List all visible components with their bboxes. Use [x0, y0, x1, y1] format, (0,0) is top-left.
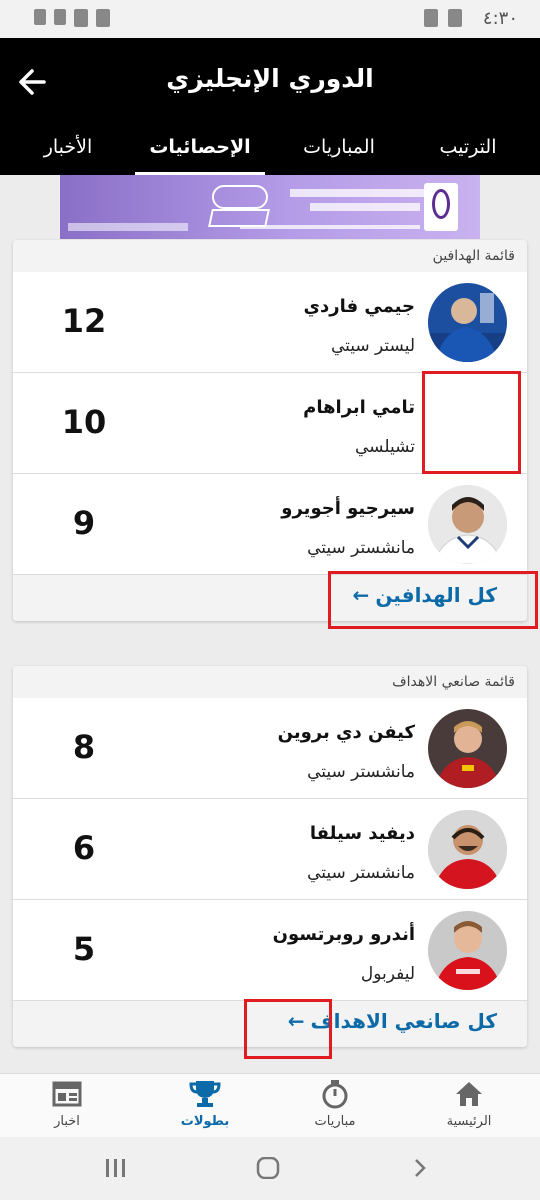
player-row[interactable]: ديفيد سيلفا مانشستر سيتي 6 [13, 799, 527, 900]
top-assists-card: قائمة صانعي الاهداف كيفن دي بروين مانشست… [13, 666, 527, 1047]
player-team: مانشستر سيتي [307, 538, 415, 558]
ad-text-line [290, 189, 430, 197]
player-avatar [428, 485, 507, 564]
alarm-icon [96, 9, 110, 27]
tab-standings[interactable]: الترتيب [418, 130, 518, 175]
bottom-nav: الرئيسية مباريات بطولات اخبار [0, 1073, 540, 1137]
card-title: قائمة صانعي الاهداف [392, 674, 515, 690]
news-icon [22, 1078, 112, 1110]
system-nav-bar [0, 1137, 540, 1200]
ad-banner[interactable] [60, 175, 480, 239]
card-header: قائمة صانعي الاهداف [13, 666, 527, 698]
player-row[interactable]: سيرجيو أجويرو مانشستر سيتي 9 [13, 474, 527, 575]
player-name: سيرجيو أجويرو [281, 498, 415, 519]
card-title: قائمة الهدافين [432, 248, 515, 264]
player-row[interactable]: أندرو روبرتسون ليفربول 5 [13, 900, 527, 1001]
highlight-box [328, 571, 538, 629]
home-icon [424, 1078, 514, 1110]
chevron-right-icon [415, 1159, 426, 1177]
brand-logo-mark [432, 189, 450, 219]
battery-icon [34, 9, 46, 25]
recent-apps-button[interactable] [104, 1157, 128, 1183]
status-icons-right [424, 9, 462, 27]
tab-bar: الترتيب المباريات الإحصائيات الأخبار [0, 130, 540, 175]
player-team: ليفربول [360, 964, 415, 984]
player-name: كيفن دي بروين [277, 722, 415, 743]
recent-apps-icon [106, 1159, 125, 1177]
wifi-icon [74, 9, 88, 27]
trophy-icon [160, 1078, 250, 1110]
player-team: ليستر سيتي [330, 336, 415, 356]
status-time: ٤:٣٠ [482, 8, 518, 29]
nav-label: بطولات [180, 1114, 230, 1129]
all-assists-label: كل صانعي الاهداف [310, 1009, 497, 1033]
goals-count: 12 [61, 302, 107, 340]
highlight-box [422, 371, 521, 474]
ad-logo-mark [212, 185, 268, 209]
assists-count: 6 [72, 829, 96, 867]
player-row[interactable]: جيمي فاردي ليستر سيتي 12 [13, 272, 527, 373]
player-name: أندرو روبرتسون [272, 924, 415, 945]
signal-icon [54, 9, 66, 25]
assists-count: 5 [72, 930, 96, 968]
nav-label: الرئيسية [446, 1114, 492, 1129]
player-avatar [428, 810, 507, 889]
player-team: مانشستر سيتي [307, 863, 415, 883]
ad-text-line [310, 203, 420, 211]
status-bar: ٤:٣٠ [0, 0, 540, 38]
tab-statistics[interactable]: الإحصائيات [135, 130, 265, 175]
player-team: تشيلسي [355, 437, 415, 457]
player-row[interactable]: كيفن دي بروين مانشستر سيتي 8 [13, 698, 527, 799]
nav-tournaments[interactable]: بطولات [160, 1078, 250, 1129]
nav-matches[interactable]: مباريات [290, 1078, 380, 1129]
ad-small-print [68, 223, 188, 231]
player-name: تامي ابراهام [303, 397, 415, 418]
assists-count: 8 [72, 728, 96, 766]
player-name: جيمي فاردي [303, 296, 415, 317]
goals-count: 9 [72, 504, 96, 542]
nav-news[interactable]: اخبار [22, 1078, 112, 1129]
player-avatar [428, 911, 507, 990]
player-avatar [428, 283, 507, 362]
stopwatch-icon [290, 1078, 380, 1110]
nav-home[interactable]: الرئيسية [424, 1078, 514, 1129]
home-system-button[interactable] [256, 1156, 280, 1183]
home-circle-icon [256, 1156, 280, 1180]
ad-text-line [240, 225, 420, 229]
page-title: الدوري الإنجليزي [166, 64, 374, 93]
player-name: ديفيد سيلفا [309, 823, 415, 844]
back-system-button[interactable] [408, 1157, 432, 1183]
app-header: الدوري الإنجليزي الترتيب المباريات الإحص… [0, 38, 540, 175]
player-avatar [428, 709, 507, 788]
tab-news[interactable]: الأخبار [30, 130, 106, 175]
card-header: قائمة الهدافين [13, 240, 527, 272]
highlight-box [244, 999, 332, 1059]
player-team: مانشستر سيتي [307, 762, 415, 782]
status-icons-left [34, 9, 110, 27]
tab-matches[interactable]: المباريات [296, 130, 382, 175]
nav-label: مباريات [314, 1114, 356, 1129]
flag-icon [448, 9, 462, 27]
goals-count: 10 [61, 403, 107, 441]
nav-label: اخبار [54, 1114, 80, 1129]
gallery-icon [424, 9, 438, 27]
